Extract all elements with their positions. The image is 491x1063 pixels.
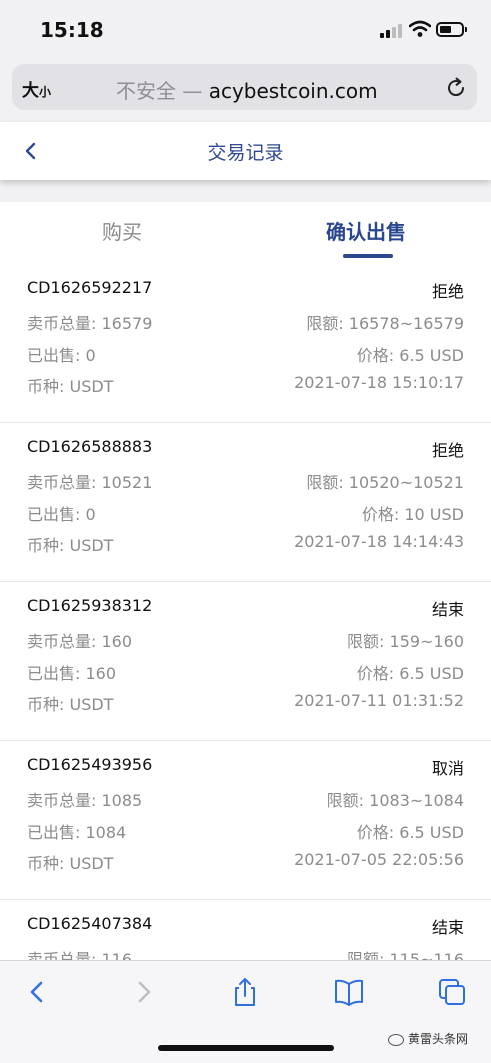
tab-buy[interactable]: 购买 (102, 216, 142, 245)
insecure-label: 不安全 — (116, 79, 203, 103)
page-title: 交易记录 (207, 142, 284, 164)
currency-type: 币种: USDT (27, 854, 114, 873)
list-item[interactable]: CD1626592217 拒绝 卖币总量: 16579 限额: 16578~1657… (0, 264, 491, 423)
order-status: 取消 (431, 759, 464, 778)
reload-icon[interactable] (444, 76, 468, 100)
text-size-button[interactable]: 大小 (22, 76, 51, 101)
url-text[interactable]: 不安全 — acybestcoin.com (116, 75, 378, 104)
limit-range: 限额: 16578~16579 (306, 314, 464, 333)
limit-range: 限额: 10520~10521 (306, 473, 464, 492)
domain-text: acybestcoin.com (208, 79, 378, 103)
timestamp: 2021-07-18 15:10:17 (294, 373, 464, 392)
limit-range: 限额: 115~116 (347, 950, 464, 960)
order-status: 拒绝 (431, 282, 464, 301)
limit-range: 限额: 1083~1084 (326, 791, 464, 810)
order-id: CD1626588883 (27, 437, 153, 456)
bookmarks-icon[interactable] (333, 977, 365, 1007)
back-icon[interactable] (22, 977, 54, 1007)
watermark-icon (388, 1033, 404, 1046)
status-bar: 15:18 (0, 0, 491, 60)
battery-icon (436, 22, 464, 37)
sold-amount: 已出售: 0 (27, 505, 96, 524)
unit-price: 价格: 6.5 USD (356, 664, 464, 683)
unit-price: 价格: 10 USD (361, 505, 464, 524)
limit-range: 限额: 159~160 (347, 632, 464, 651)
record-list: CD1626592217 拒绝 卖币总量: 16579 限额: 16578~1657… (0, 264, 491, 960)
timestamp: 2021-07-18 14:14:43 (294, 532, 464, 551)
signal-icon (380, 24, 404, 38)
sold-amount: 已出售: 160 (27, 664, 117, 683)
order-id: CD1626592217 (27, 278, 153, 297)
currency-type: 币种: USDT (27, 536, 114, 555)
sold-amount: 已出售: 1084 (27, 823, 127, 842)
order-id: CD1625493956 (27, 755, 153, 774)
address-bar[interactable]: 大小 不安全 — acybestcoin.com (12, 64, 477, 110)
tab-bar: 购买 确认出售 (0, 202, 491, 264)
list-item[interactable]: CD1625407384 结束 卖币总量: 116 限额: 115~116 (0, 900, 491, 960)
wifi-icon (409, 20, 431, 37)
total-amount: 卖币总量: 10521 (27, 473, 153, 492)
watermark: 黄雷头条网 (388, 1030, 468, 1047)
unit-price: 价格: 6.5 USD (356, 346, 464, 365)
home-indicator (158, 1045, 334, 1051)
list-item[interactable]: CD1626588883 拒绝 卖币总量: 10521 限额: 10520~1052… (0, 423, 491, 582)
app-header: 交易记录 (0, 122, 491, 180)
timestamp: 2021-07-11 01:31:52 (294, 691, 464, 710)
order-status: 结束 (431, 918, 464, 937)
list-item[interactable]: CD1625938312 结束 卖币总量: 160 限额: 159~160 已出售:… (0, 582, 491, 741)
order-id: CD1625938312 (27, 596, 153, 615)
order-status: 结束 (431, 600, 464, 619)
total-amount: 卖币总量: 116 (27, 950, 133, 960)
order-id: CD1625407384 (27, 914, 153, 933)
watermark-text: 黄雷头条网 (408, 1032, 469, 1046)
total-amount: 卖币总量: 16579 (27, 314, 153, 333)
battery-tip (465, 27, 467, 32)
tab-confirm-sell[interactable]: 确认出售 (326, 216, 406, 245)
timestamp: 2021-07-05 22:05:56 (294, 850, 464, 869)
total-amount: 卖币总量: 1085 (27, 791, 143, 810)
currency-type: 币种: USDT (27, 377, 114, 396)
status-time: 15:18 (40, 18, 104, 42)
forward-icon[interactable] (127, 977, 159, 1007)
active-tab-indicator (343, 254, 393, 258)
currency-type: 币种: USDT (27, 695, 114, 714)
unit-price: 价格: 6.5 USD (356, 823, 464, 842)
share-icon[interactable] (229, 977, 261, 1007)
list-item[interactable]: CD1625493956 取消 卖币总量: 1085 限额: 1083~1084 已… (0, 741, 491, 900)
total-amount: 卖币总量: 160 (27, 632, 133, 651)
tabs-icon[interactable] (437, 977, 469, 1007)
order-status: 拒绝 (431, 441, 464, 460)
sold-amount: 已出售: 0 (27, 346, 96, 365)
